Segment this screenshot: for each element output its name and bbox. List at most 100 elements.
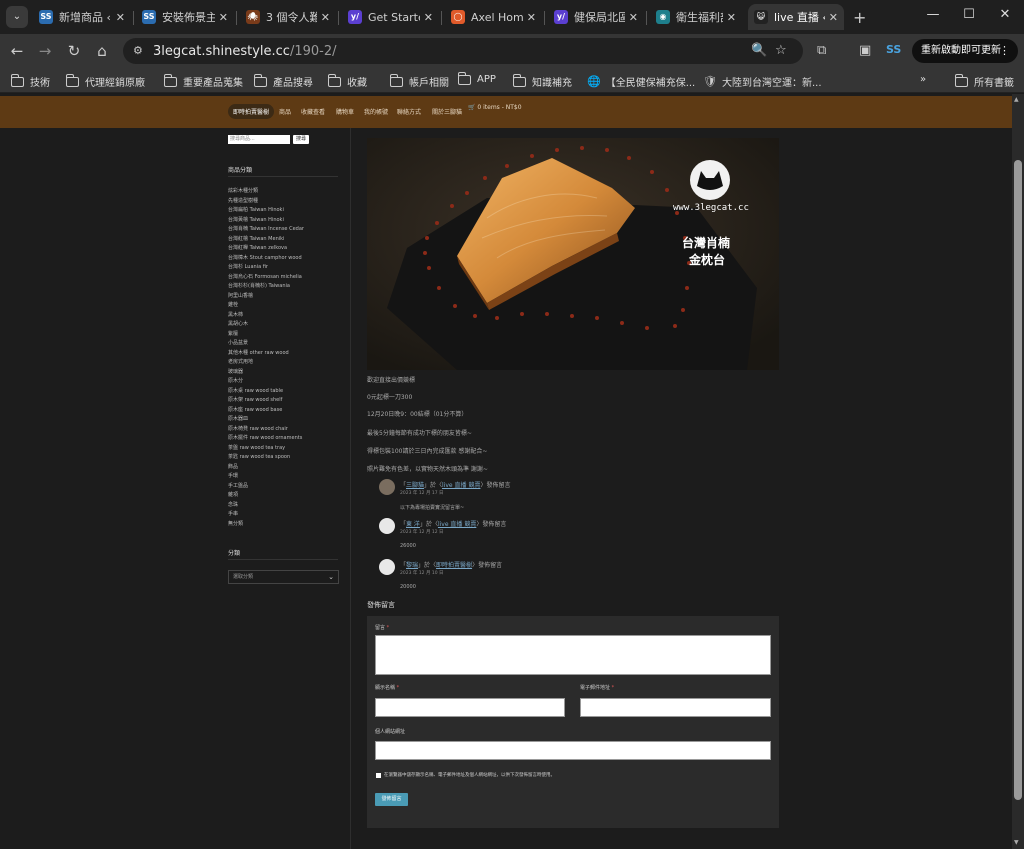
browser-tab[interactable]: y/Get Starte ✕ [342,4,439,30]
bookmark-item[interactable]: 🌐 【全民健保補充保... [587,74,695,89]
category-link[interactable]: 黑胡心木 [228,320,248,327]
tab-search-icon[interactable]: ⌄ [6,6,28,28]
category-link[interactable]: 台灣紅櫸 Taiwan zelkova [228,244,287,251]
bookmark-item[interactable]: 知識補充 [512,73,572,89]
bookmark-item[interactable]: 收藏 [327,73,367,89]
category-link[interactable]: 飾品 [228,463,238,470]
comment-textarea[interactable] [375,635,771,675]
new-tab-icon[interactable]: + [853,8,866,27]
category-link[interactable]: 其他木種 other raw wood [228,349,289,356]
category-link[interactable]: 念珠 [228,501,238,508]
category-link[interactable]: 玻璃器 [228,368,243,375]
site-nav-item[interactable]: 我的帳號 [364,107,388,116]
back-icon[interactable]: ← [7,42,27,60]
bookmark-item[interactable]: 產品搜尋 [253,73,313,89]
tab-close-icon[interactable]: ✕ [527,11,536,24]
home-icon[interactable]: ⌂ [92,42,112,60]
all-bookmarks[interactable]: 所有書籤 [954,73,1014,89]
site-nav-item[interactable]: 關於三腳貓 [432,107,462,116]
bookmark-item[interactable]: APP [457,71,496,85]
cart-summary[interactable]: 🛒 0 items - NT$0 [468,104,522,111]
site-nav-item[interactable]: 購物車 [336,107,354,116]
category-link[interactable]: 台灣杉杉(肖楠杉) Taiwania [228,282,290,289]
close-window-icon[interactable]: ✕ [990,7,1020,22]
browser-tab[interactable]: 😺 live 直播 ‹ ✕ [748,4,844,30]
bookmark-item[interactable]: 代理經銷原廠 [65,73,145,89]
category-link[interactable]: 原木座 raw wood base [228,406,282,413]
bookmarks-overflow-icon[interactable]: » [920,74,926,85]
forward-icon[interactable]: → [35,42,55,60]
update-button[interactable]: 重新啟動即可更新 ⋮ [912,39,1018,63]
comment-author-link[interactable]: 東 洋 [406,521,420,528]
comment-author-link[interactable]: 三腳貓 [406,482,424,489]
category-link[interactable]: 茶盤 raw wood tea tray [228,444,285,451]
tab-close-icon[interactable]: ✕ [727,11,736,24]
tab-close-icon[interactable]: ✕ [629,11,638,24]
category-link[interactable]: 紫檀 [228,330,238,337]
site-nav-item[interactable]: 即時拍賣醫樹 [228,104,275,119]
submit-comment-button[interactable]: 發佈留言 [375,793,408,806]
tab-close-icon[interactable]: ✕ [424,11,433,24]
category-link[interactable]: 台灣樟木 Stout camphor wood [228,254,302,261]
browser-tab[interactable]: SS 新增商品 ‹ ✕ [33,4,131,30]
email-input[interactable] [580,698,771,717]
comment-post-link[interactable]: live 直播 競賣 [438,521,476,528]
scroll-thumb[interactable] [1014,160,1022,800]
maximize-icon[interactable]: ☐ [954,7,984,22]
browser-tab[interactable]: y/健保局北區 ✕ [548,4,644,30]
page-scrollbar[interactable]: ▲ ▼ [1012,94,1024,849]
category-link[interactable]: 阿里山香檜 [228,292,253,299]
category-link[interactable]: 手工盤品 [228,482,248,489]
category-select[interactable]: 選取分類 ⌄ [228,570,339,584]
comment-post-link[interactable]: live 直播 競賣 [442,482,480,489]
category-link[interactable]: 原木器皿 [228,415,248,422]
tab-close-icon[interactable]: ✕ [219,11,228,24]
site-nav-item[interactable]: 商品 [279,107,291,116]
menu-dots-icon[interactable]: ⋮ [999,39,1010,63]
bookmark-item[interactable]: 技術 [10,73,50,89]
category-link[interactable]: 無分類 [228,520,243,527]
tab-close-icon[interactable]: ✕ [321,11,330,24]
browser-tab[interactable]: 🕷 3 個令人難 ✕ [240,4,336,30]
reload-icon[interactable]: ↻ [64,42,84,60]
bookmark-item[interactable]: 🛡 大陸到台灣空運：新... [703,74,822,89]
comment-author-link[interactable]: 黎瑞 [406,562,418,569]
category-link[interactable]: 小品盆景 [228,339,248,346]
extension-ss-icon[interactable]: SS [886,43,901,56]
url-text[interactable]: 3legcat.shinestyle.cc/190-2/ [153,44,337,59]
category-link[interactable]: 台灣杉 Luania fir [228,263,268,270]
category-link[interactable]: 雜項 [228,491,238,498]
product-search-button[interactable]: 搜尋 [293,135,309,144]
category-link[interactable]: 原木桌 raw wood table [228,387,283,394]
category-link[interactable]: 雞栓 [228,301,238,308]
tab-close-icon[interactable]: ✕ [116,11,125,24]
browser-tab[interactable]: ◉ 衛生福利部 ✕ [650,4,742,30]
save-info-checkbox[interactable] [376,773,381,778]
category-link[interactable]: 手串 [228,510,238,517]
category-link[interactable]: 台灣扁柏 Taiwan Hinoki [228,206,284,213]
category-link[interactable]: 台灣紅檜 Taiwan Meniki [228,235,284,242]
scroll-down-icon[interactable]: ▼ [1014,839,1019,846]
name-input[interactable] [375,698,565,717]
category-link[interactable]: 手環 [228,472,238,479]
category-link[interactable]: 先種造型樹種 [228,197,258,204]
category-link[interactable]: 原木擺件 raw wood ornaments [228,434,302,441]
tab-close-icon[interactable]: ✕ [829,11,838,24]
extensions-icon[interactable]: ⧉ [817,43,826,58]
address-bar[interactable]: ⚙ 3legcat.shinestyle.cc/190-2/ 🔍 ☆ [123,38,803,64]
product-search-input[interactable]: 搜尋商品... [228,135,290,144]
category-link[interactable]: 黑木柿 [228,311,243,318]
category-link[interactable]: 茶匙 raw wood tea spoon [228,453,290,460]
category-link[interactable]: 老房式用地 [228,358,253,365]
bookmark-item[interactable]: 重要產品蒐集 [163,73,243,89]
site-nav-item[interactable]: 收藏查看 [301,107,325,116]
side-panel-icon[interactable]: ▣ [859,43,871,58]
minimize-icon[interactable]: — [918,7,948,22]
browser-tab[interactable]: SS 安裝佈景主 ✕ [136,4,234,30]
category-link[interactable]: 炫彩木種分類 [228,187,258,194]
category-link[interactable]: 台灣烏心石 Formosan michelia [228,273,302,280]
category-link[interactable]: 台灣黃檜 Taiwan Hinoki [228,216,284,223]
website-input[interactable] [375,741,771,760]
bookmark-star-icon[interactable]: ☆ [775,43,787,58]
zoom-icon[interactable]: 🔍 [751,43,767,58]
